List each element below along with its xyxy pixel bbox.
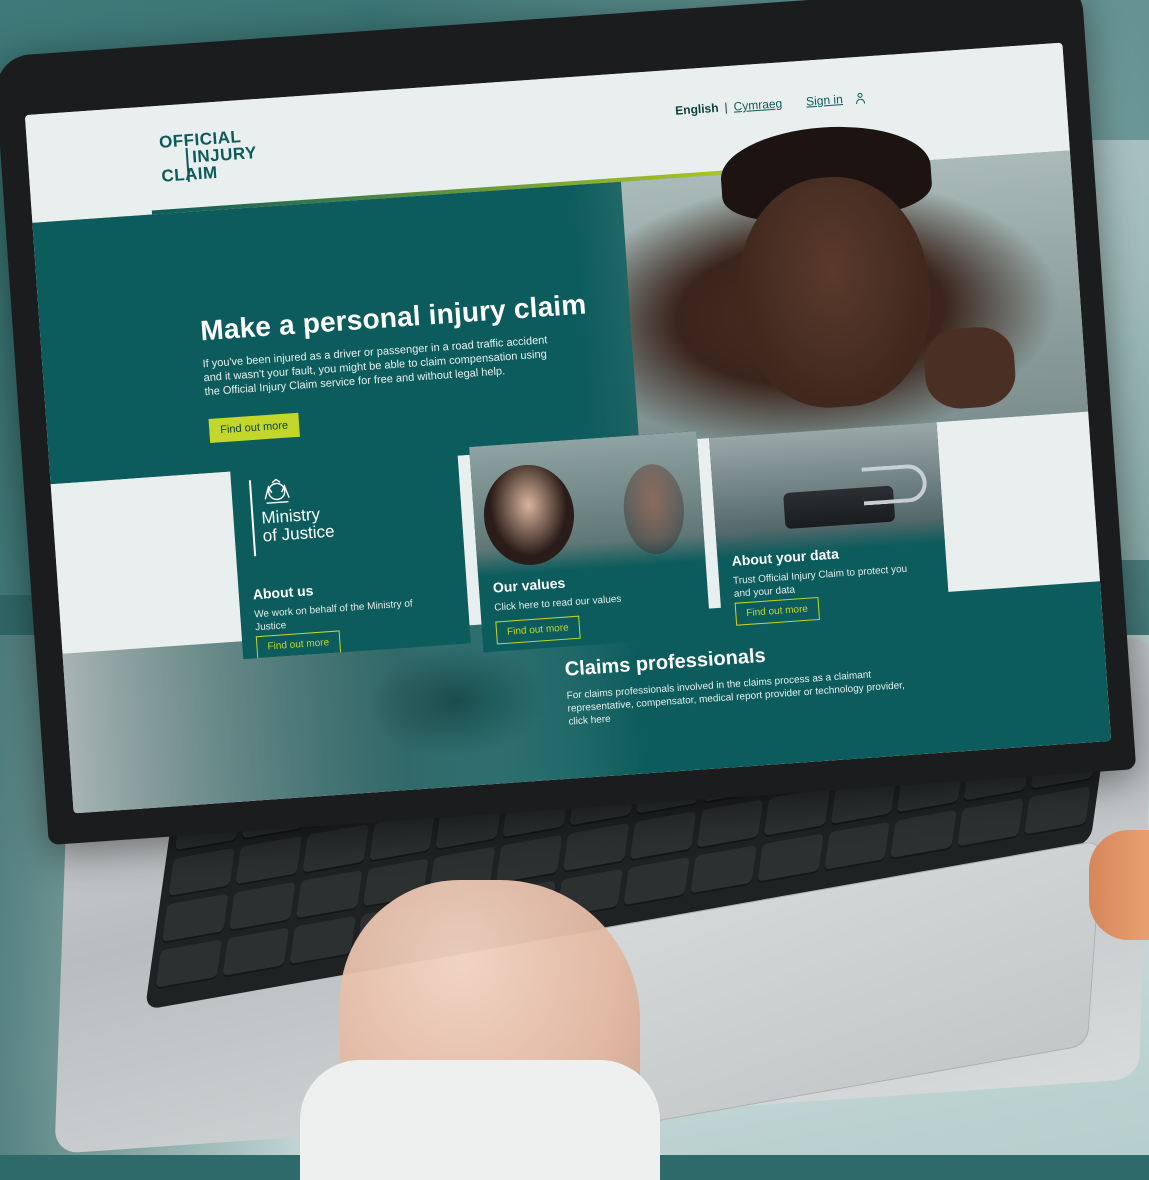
about-your-data-photo <box>709 422 945 558</box>
keyboard-key <box>235 836 302 887</box>
card-about-us: Ministry of Justice About us We work on … <box>228 435 471 660</box>
card-title: Our values <box>492 574 566 596</box>
language-separator: | <box>724 100 729 115</box>
user-icon[interactable] <box>854 92 866 104</box>
moj-divider <box>248 480 257 557</box>
keyboard-key <box>629 811 697 862</box>
card-text: Trust Official Injury Claim to protect y… <box>732 563 908 600</box>
keyboard-key <box>689 845 757 896</box>
card-title: About us <box>252 582 314 603</box>
card-text: We work on behalf of the Ministry of Jus… <box>253 598 414 634</box>
keyboard-key <box>763 787 830 838</box>
card-our-values: Our values Click here to read our values… <box>469 431 711 653</box>
keyboard-key <box>161 893 229 944</box>
our-values-find-out-more-button[interactable]: Find out more <box>495 615 581 645</box>
keyboard-key <box>562 822 630 874</box>
official-injury-claim-logo[interactable]: OFFICIAL INJURY CLAIM <box>158 127 258 186</box>
shirt-sleeve <box>300 1060 660 1180</box>
keyboard-key <box>222 927 289 978</box>
hero-find-out-more-button[interactable]: Find out more <box>208 412 300 443</box>
keyboard-key <box>301 824 369 875</box>
sign-in-link[interactable]: Sign in <box>806 92 844 109</box>
keyboard-key <box>623 856 690 908</box>
our-values-photo-background-person <box>620 462 687 557</box>
laptop-screen: OFFICIAL INJURY CLAIM English | Cymraeg … <box>24 42 1112 814</box>
keyboard-key <box>696 799 763 850</box>
keyboard-key <box>289 915 356 967</box>
keyboard-key <box>168 847 235 899</box>
card-about-your-data: About your data Trust Official Injury Cl… <box>709 422 951 638</box>
language-current: English <box>674 100 719 118</box>
royal-crest-icon <box>264 478 290 504</box>
hero-photo-hand <box>922 324 1018 411</box>
keyboard-key <box>155 939 222 990</box>
keyboard-key <box>228 881 296 933</box>
keyboard-key <box>495 834 563 886</box>
utility-nav: English | Cymraeg Sign in <box>674 90 866 118</box>
keyboard-key <box>957 798 1024 849</box>
hero-photo <box>620 120 1089 444</box>
combination-lock-shackle <box>861 463 928 506</box>
moj-line-2: of Justice <box>262 521 336 546</box>
ministry-of-justice-wordmark: Ministry of Justice <box>261 505 335 546</box>
keyboard-key <box>756 833 824 884</box>
our-values-photo <box>469 431 706 577</box>
about-your-data-find-out-more-button[interactable]: Find out more <box>734 596 820 626</box>
language-cymraeg-link[interactable]: Cymraeg <box>733 96 783 113</box>
keyboard-key <box>295 870 362 921</box>
keyboard-key <box>1024 786 1091 837</box>
our-values-photo-person <box>480 461 578 568</box>
keyboard-key <box>890 809 957 861</box>
keyboard-key <box>823 821 891 872</box>
right-hand-finger <box>1089 830 1149 940</box>
